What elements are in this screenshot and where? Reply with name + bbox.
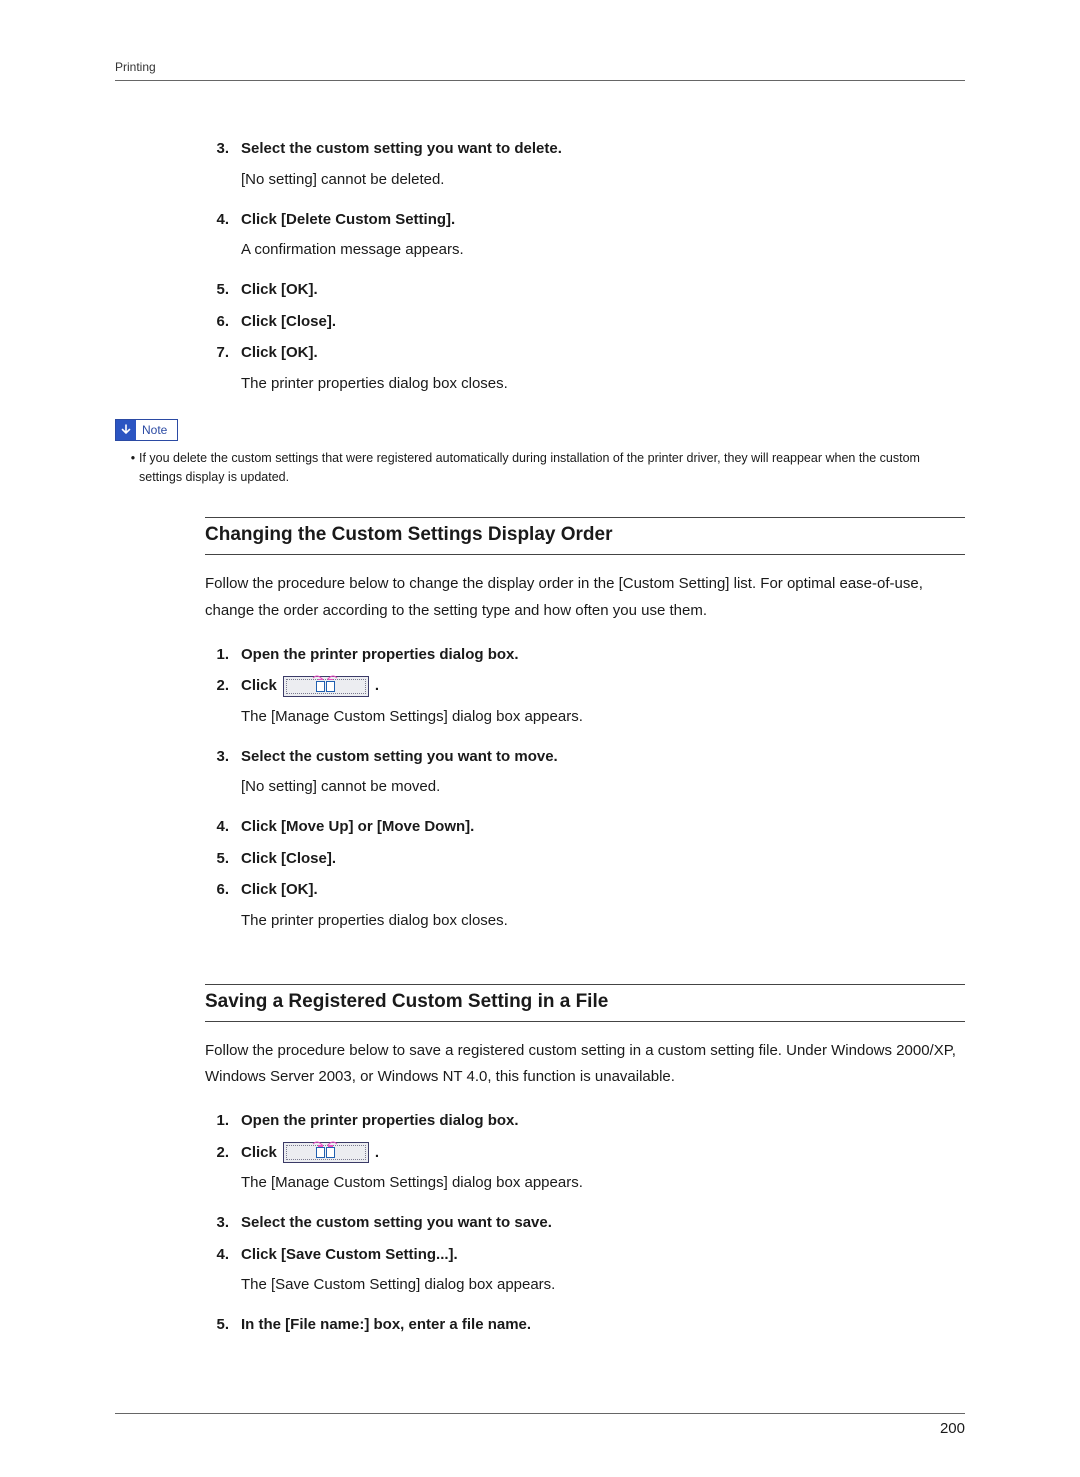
step-number: 1. <box>205 646 229 663</box>
step-number: 3. <box>205 1214 229 1231</box>
step-number: 6. <box>205 881 229 898</box>
section-intro: Follow the procedure below to change the… <box>205 571 965 624</box>
step-title: Click . <box>241 1140 379 1166</box>
click-suffix: . <box>375 673 379 699</box>
section-heading-display-order: Changing the Custom Settings Display Ord… <box>205 517 965 555</box>
step-title: Select the custom setting you want to sa… <box>241 1210 965 1236</box>
step-title: Click [OK]. <box>241 340 965 366</box>
step-title: In the [File name:] box, enter a file na… <box>241 1312 965 1338</box>
note-callout: Note <box>115 419 965 441</box>
step-title: Select the custom setting you want to mo… <box>241 744 965 770</box>
step-title: Click [OK]. <box>241 877 965 903</box>
step-title: Open the printer properties dialog box. <box>241 1108 965 1134</box>
step-list-save: 1. Open the printer properties dialog bo… <box>205 1108 965 1338</box>
step-subtext: The printer properties dialog box closes… <box>241 907 965 934</box>
step-subtext: A confirmation message appears. <box>241 236 965 263</box>
step-number: 2. <box>205 677 229 694</box>
section-heading-save-file: Saving a Registered Custom Setting in a … <box>205 984 965 1022</box>
step-title: Click [OK]. <box>241 277 965 303</box>
note-text: If you delete the custom settings that w… <box>139 449 965 488</box>
step-subtext: [No setting] cannot be deleted. <box>241 166 965 193</box>
step-subtext: The [Manage Custom Settings] dialog box … <box>241 1169 965 1196</box>
note-label: Note <box>136 423 177 437</box>
step-number: 3. <box>205 140 229 157</box>
header-section-label: Printing <box>115 60 965 74</box>
step-number: 4. <box>205 1246 229 1263</box>
step-title: Open the printer properties dialog box. <box>241 642 965 668</box>
step-title: Click . <box>241 673 379 699</box>
step-number: 2. <box>205 1144 229 1161</box>
step-title: Click [Save Custom Setting...]. <box>241 1242 965 1268</box>
step-title: Click [Close]. <box>241 309 965 335</box>
step-number: 7. <box>205 344 229 361</box>
step-number: 4. <box>205 211 229 228</box>
step-title: Select the custom setting you want to de… <box>241 136 965 162</box>
step-title: Click [Close]. <box>241 846 965 872</box>
page-number: 200 <box>115 1414 965 1437</box>
step-subtext: The printer properties dialog box closes… <box>241 370 965 397</box>
step-list-delete: 3. Select the custom setting you want to… <box>205 136 965 405</box>
step-title: Click [Move Up] or [Move Down]. <box>241 814 965 840</box>
section-intro: Follow the procedure below to save a reg… <box>205 1038 965 1091</box>
step-number: 1. <box>205 1112 229 1129</box>
step-subtext: The [Save Custom Setting] dialog box app… <box>241 1271 965 1298</box>
step-title: Click [Delete Custom Setting]. <box>241 207 965 233</box>
bullet-dot-icon: • <box>127 449 139 488</box>
manage-custom-settings-icon <box>283 1142 369 1163</box>
step-number: 5. <box>205 850 229 867</box>
click-prefix: Click <box>241 1140 277 1166</box>
step-subtext: [No setting] cannot be moved. <box>241 773 965 800</box>
step-subtext: The [Manage Custom Settings] dialog box … <box>241 703 965 730</box>
step-number: 5. <box>205 1316 229 1333</box>
step-number: 3. <box>205 748 229 765</box>
note-arrow-icon <box>116 420 136 440</box>
step-list-reorder: 1. Open the printer properties dialog bo… <box>205 642 965 942</box>
step-number: 6. <box>205 313 229 330</box>
note-bullet-list: • If you delete the custom settings that… <box>127 449 965 488</box>
step-number: 5. <box>205 281 229 298</box>
click-prefix: Click <box>241 673 277 699</box>
step-number: 4. <box>205 818 229 835</box>
click-suffix: . <box>375 1140 379 1166</box>
manage-custom-settings-icon <box>283 676 369 697</box>
